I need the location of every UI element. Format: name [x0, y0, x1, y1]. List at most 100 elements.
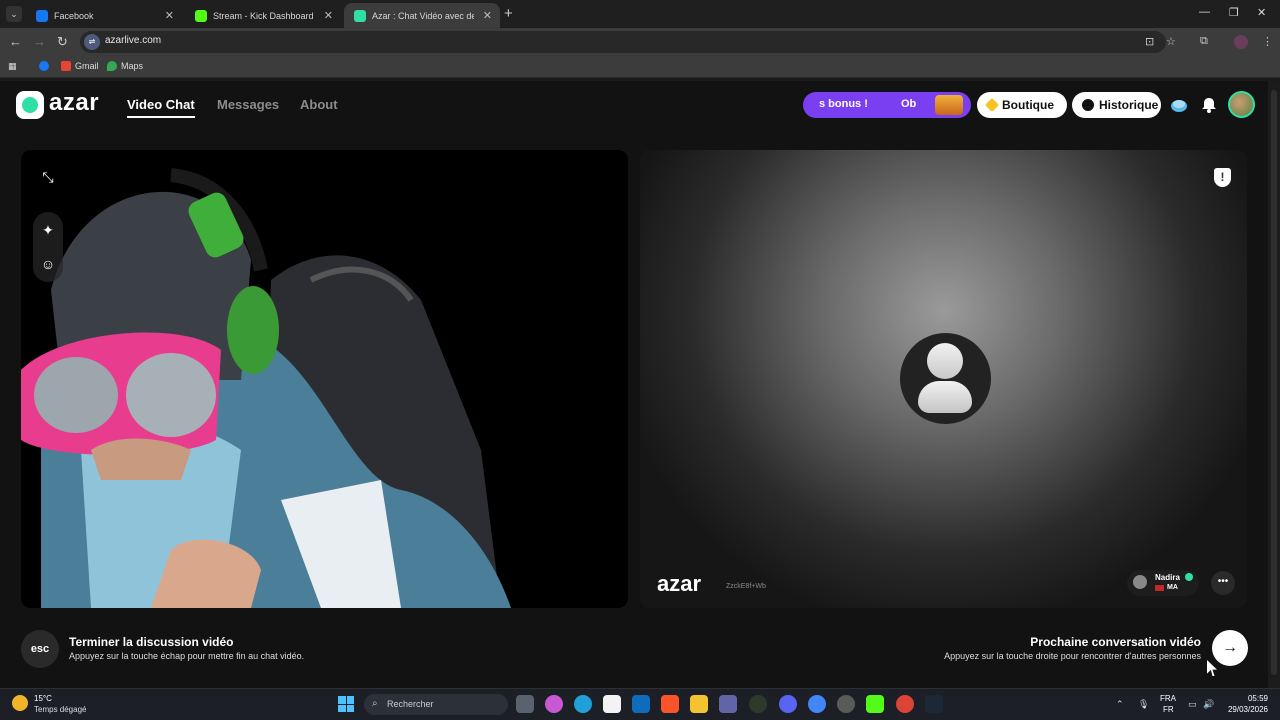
chrome-icon[interactable]	[808, 695, 826, 713]
local-video-feed	[21, 150, 628, 608]
bookmarks-bar: ▦ Gmail Maps	[0, 56, 1280, 78]
store-icon[interactable]	[603, 695, 621, 713]
file-explorer-icon[interactable]	[690, 695, 708, 713]
taskbar-search-box[interactable]	[364, 694, 508, 715]
input-language[interactable]: FRA	[1160, 694, 1176, 703]
steam-icon[interactable]	[925, 695, 943, 713]
menu-icon[interactable]: ⋮	[1262, 35, 1273, 48]
back-icon[interactable]: ←	[9, 34, 22, 49]
facebook-favicon-icon	[36, 9, 48, 22]
clock-time[interactable]: 05:59	[1220, 694, 1268, 703]
nav-about[interactable]: About	[300, 97, 338, 112]
outlook-icon[interactable]	[632, 695, 650, 713]
keyboard-layout[interactable]: FR	[1163, 705, 1174, 714]
remote-user-avatar-icon	[1133, 575, 1147, 589]
network-icon[interactable]: ▭	[1188, 699, 1197, 710]
url-text: azarlive.com	[105, 35, 162, 46]
minimize-video-icon[interactable]: ⤡	[36, 165, 60, 189]
brave-icon[interactable]	[661, 695, 679, 713]
verified-badge-icon	[1185, 573, 1193, 581]
bookmark-facebook[interactable]	[39, 61, 53, 71]
azar-watermark: azar	[657, 571, 702, 596]
bonus-promo-banner[interactable]: s bonus ! Ob	[803, 92, 971, 118]
site-info-icon[interactable]: ⇌	[84, 34, 100, 50]
tab-facebook[interactable]: Facebook ✕	[26, 3, 182, 28]
close-tab-icon[interactable]: ✕	[165, 9, 174, 22]
app-icon[interactable]	[749, 695, 767, 713]
placeholder-head-icon	[927, 343, 963, 379]
chat-bubble-button[interactable]: •••	[1211, 571, 1235, 595]
next-chat-button[interactable]: →	[1212, 630, 1248, 666]
discord-icon[interactable]	[779, 695, 797, 713]
tray-overflow-icon[interactable]: ⌃	[1116, 699, 1124, 710]
nav-messages[interactable]: Messages	[217, 97, 279, 112]
edge-icon[interactable]	[574, 695, 592, 713]
new-tab-button[interactable]: +	[504, 5, 513, 22]
local-camera-image	[21, 150, 628, 608]
end-chat-button[interactable]: esc	[21, 630, 59, 668]
bookmark-star-icon[interactable]: ☆	[1166, 35, 1176, 48]
promo-text-2: Ob	[901, 98, 917, 110]
weather-moon-icon[interactable]	[12, 695, 28, 711]
remote-user-name: Nadira	[1155, 573, 1180, 582]
windows-start-icon[interactable]	[338, 696, 354, 712]
browser-tab-strip: ⌄ Facebook ✕ Stream - Kick Dashboard ✕ A…	[0, 0, 1280, 28]
nav-active-underline	[127, 116, 195, 118]
notification-bell-icon[interactable]	[1199, 95, 1219, 115]
weather-temperature[interactable]: 15°C	[34, 694, 52, 703]
boutique-label: Boutique	[1002, 98, 1054, 112]
tab-azar[interactable]: Azar : Chat Vidéo avec de n ✕	[344, 3, 500, 28]
magic-wand-icon[interactable]: ✦	[36, 218, 60, 242]
address-bar[interactable]: ⇌ azarlive.com	[80, 31, 1166, 53]
profile-avatar[interactable]	[1234, 35, 1248, 49]
user-avatar[interactable]	[1228, 91, 1255, 118]
browser-toolbar: ← → ↻ ⇌ azarlive.com ⊡ ☆ ⧉ ⋮	[0, 28, 1280, 56]
microphone-icon[interactable]: 🎙	[1138, 699, 1149, 710]
end-chat-title: Terminer la discussion vidéo	[69, 635, 234, 649]
bookmark-label: Gmail	[75, 61, 99, 71]
report-shield-icon[interactable]: !	[1214, 168, 1231, 187]
minimize-icon[interactable]: —	[1199, 6, 1210, 18]
tab-label: Azar : Chat Vidéo avec de n	[372, 10, 474, 21]
azar-favicon-icon	[354, 9, 366, 22]
bookmark-gmail[interactable]: Gmail	[61, 61, 99, 71]
install-app-icon[interactable]: ⊡	[1145, 35, 1154, 48]
close-tab-icon[interactable]: ✕	[324, 9, 333, 22]
window-close-icon[interactable]: ✕	[1257, 6, 1266, 19]
face-sticker-icon[interactable]: ☺	[36, 252, 60, 276]
extensions-icon[interactable]: ⧉	[1200, 35, 1208, 48]
gem-icon	[984, 97, 1000, 113]
teams-icon[interactable]	[719, 695, 737, 713]
bookmark-maps[interactable]: Maps	[107, 61, 143, 71]
kick-favicon-icon	[195, 9, 207, 22]
restore-icon[interactable]: ❐	[1229, 6, 1239, 19]
tab-search-button[interactable]: ⌄	[6, 6, 22, 22]
historique-button[interactable]: Historique	[1072, 92, 1161, 118]
weather-description[interactable]: Temps dégagé	[34, 705, 86, 714]
tab-label: Stream - Kick Dashboard	[213, 10, 314, 21]
azar-logo-text[interactable]: azar	[49, 89, 99, 117]
taskbar-search-placeholder: Rechercher	[387, 699, 434, 709]
azar-logo-icon[interactable]	[16, 91, 44, 119]
close-tab-icon[interactable]: ✕	[483, 9, 492, 22]
reload-icon[interactable]: ↻	[57, 34, 68, 50]
session-id: ZzckE8f+Wb	[726, 583, 766, 590]
clock-date[interactable]: 29/03/2026	[1220, 705, 1268, 714]
gems-icon[interactable]	[1169, 95, 1189, 115]
historique-label: Historique	[1099, 98, 1159, 112]
tab-kick[interactable]: Stream - Kick Dashboard ✕	[185, 3, 341, 28]
boutique-button[interactable]: Boutique	[977, 92, 1067, 118]
copilot-icon[interactable]	[545, 695, 563, 713]
tab-label: Facebook	[54, 10, 94, 21]
task-view-icon[interactable]	[516, 695, 534, 713]
country-flag-icon	[1155, 585, 1164, 591]
volume-icon[interactable]: 🔊	[1203, 699, 1214, 710]
nav-video-chat[interactable]: Video Chat	[127, 97, 195, 112]
kick-icon[interactable]	[866, 695, 884, 713]
forward-icon[interactable]: →	[33, 34, 46, 49]
apps-grid-icon[interactable]: ▦	[8, 61, 17, 72]
scrollbar-thumb[interactable]	[1271, 90, 1277, 675]
remote-user-country: MA	[1167, 584, 1178, 591]
chrome-profile-icon[interactable]	[896, 695, 914, 713]
chrome-alt-icon[interactable]	[837, 695, 855, 713]
